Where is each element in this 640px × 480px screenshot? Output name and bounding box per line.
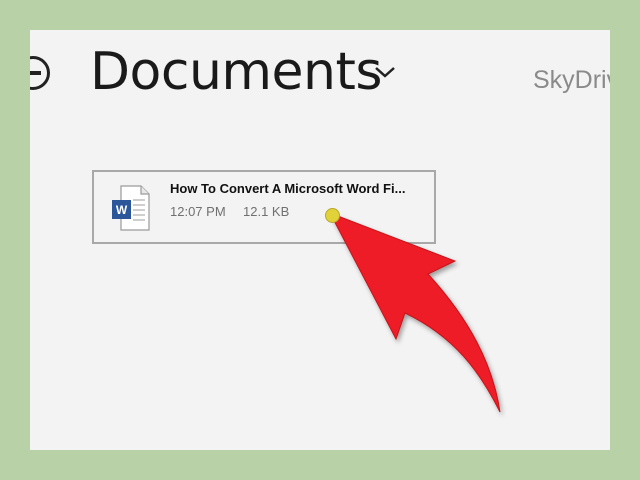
svg-text:W: W bbox=[116, 203, 128, 217]
file-modified-time: 12:07 PM bbox=[170, 204, 226, 219]
cursor-highlight bbox=[325, 208, 340, 223]
file-name: How To Convert A Microsoft Word Fi... bbox=[170, 181, 406, 196]
file-picker-screen: Documents SkyDriv W How To Convert A Mic… bbox=[30, 30, 610, 450]
back-arrow-icon bbox=[30, 71, 41, 75]
page-title: Documents bbox=[90, 42, 383, 102]
chevron-down-icon[interactable] bbox=[373, 60, 397, 84]
word-document-icon: W bbox=[112, 185, 150, 231]
back-button[interactable] bbox=[30, 56, 50, 90]
file-tile[interactable]: W How To Convert A Microsoft Word Fi... … bbox=[92, 170, 436, 244]
file-size: 12.1 KB bbox=[243, 204, 290, 219]
skydrive-location-label[interactable]: SkyDriv bbox=[533, 66, 610, 95]
